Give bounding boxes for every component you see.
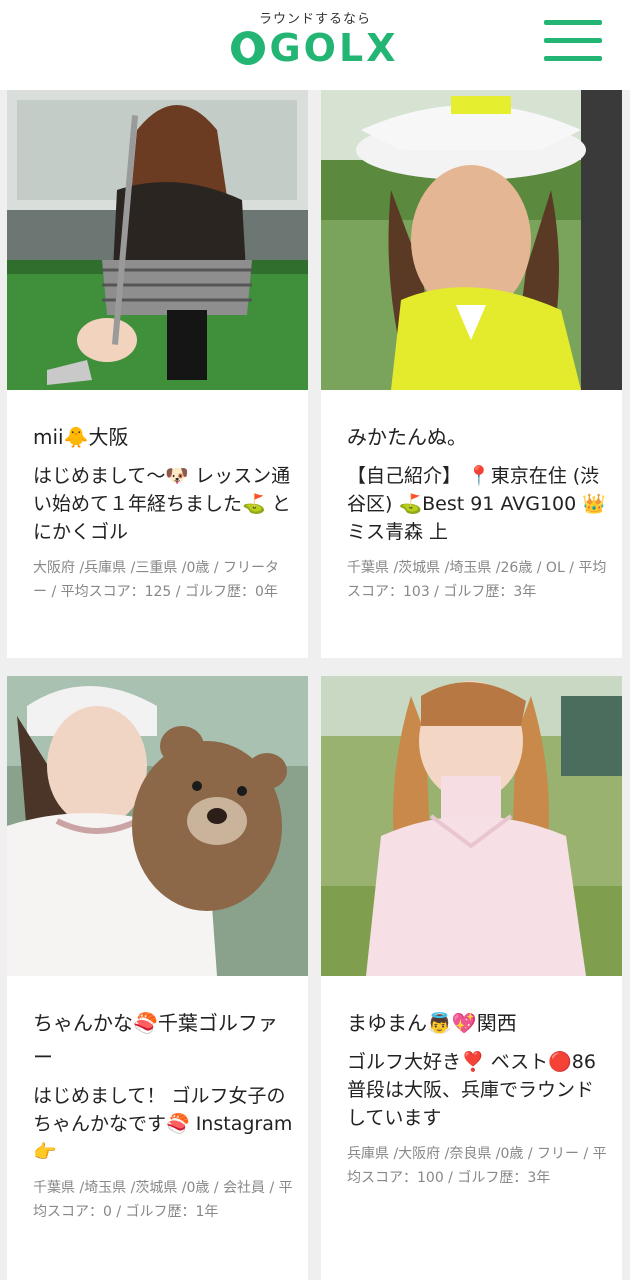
profile-intro: はじめまして〜🐶 レッスン通い始めて１年経ちました⛳ とにかくゴル bbox=[33, 465, 291, 543]
profile-card[interactable]: ちゃんかな🍣千葉ゴルファー はじめまして！ ゴルフ女子のちゃんかなです🍣 Ins… bbox=[7, 676, 308, 1280]
profile-intro: 【自己紹介】 📍東京在住 (渋谷区) ⛳Best 91 AVG100 👑ミス青森… bbox=[347, 465, 606, 543]
profile-intro: はじめまして！ ゴルフ女子のちゃんかなです🍣 Instagram👉 bbox=[33, 1085, 293, 1163]
profile-card[interactable]: mii🐥大阪 はじめまして〜🐶 レッスン通い始めて１年経ちました⛳ とにかくゴル… bbox=[7, 90, 308, 658]
logo-mark-icon bbox=[231, 31, 266, 65]
profile-meta: 千葉県 /埼玉県 /茨城県 /0歳 / 会社員 / 平均スコア：0 / ゴルフ歴… bbox=[33, 1180, 293, 1220]
logo-text: GOLX bbox=[269, 26, 399, 70]
site-header: ラウンドするなら GOLX bbox=[0, 0, 630, 90]
profile-photo[interactable] bbox=[7, 90, 308, 390]
header-tagline: ラウンドするなら bbox=[258, 12, 371, 27]
hamburger-menu-icon[interactable] bbox=[544, 18, 602, 62]
profile-meta: 千葉県 /茨城県 /埼玉県 /26歳 / OL / 平均スコア：103 / ゴル… bbox=[347, 560, 607, 600]
profile-intro: ゴルフ大好き❣️ ベスト🔴86 普段は大阪、兵庫でラウンドしています bbox=[347, 1051, 596, 1129]
profile-photo[interactable] bbox=[321, 90, 622, 390]
profile-photo[interactable] bbox=[7, 676, 308, 976]
profile-name: まゆまん👼💖関西 bbox=[347, 1011, 517, 1035]
profile-card[interactable]: みかたんぬ。 【自己紹介】 📍東京在住 (渋谷区) ⛳Best 91 AVG10… bbox=[321, 90, 622, 658]
profile-name: ちゃんかな🍣千葉ゴルファー bbox=[33, 1011, 278, 1069]
profile-name: みかたんぬ。 bbox=[347, 425, 467, 449]
profile-meta: 大阪府 /兵庫県 /三重県 /0歳 / フリーター / 平均スコア：125 / … bbox=[33, 560, 280, 600]
profile-name: mii🐥大阪 bbox=[33, 425, 129, 449]
site-logo[interactable]: GOLX bbox=[0, 28, 630, 68]
profile-photo[interactable] bbox=[321, 676, 622, 976]
profile-card[interactable]: まゆまん👼💖関西 ゴルフ大好き❣️ ベスト🔴86 普段は大阪、兵庫でラウンドして… bbox=[321, 676, 622, 1280]
profile-meta: 兵庫県 /大阪府 /奈良県 /0歳 / フリー / 平均スコア：100 / ゴル… bbox=[347, 1146, 607, 1186]
